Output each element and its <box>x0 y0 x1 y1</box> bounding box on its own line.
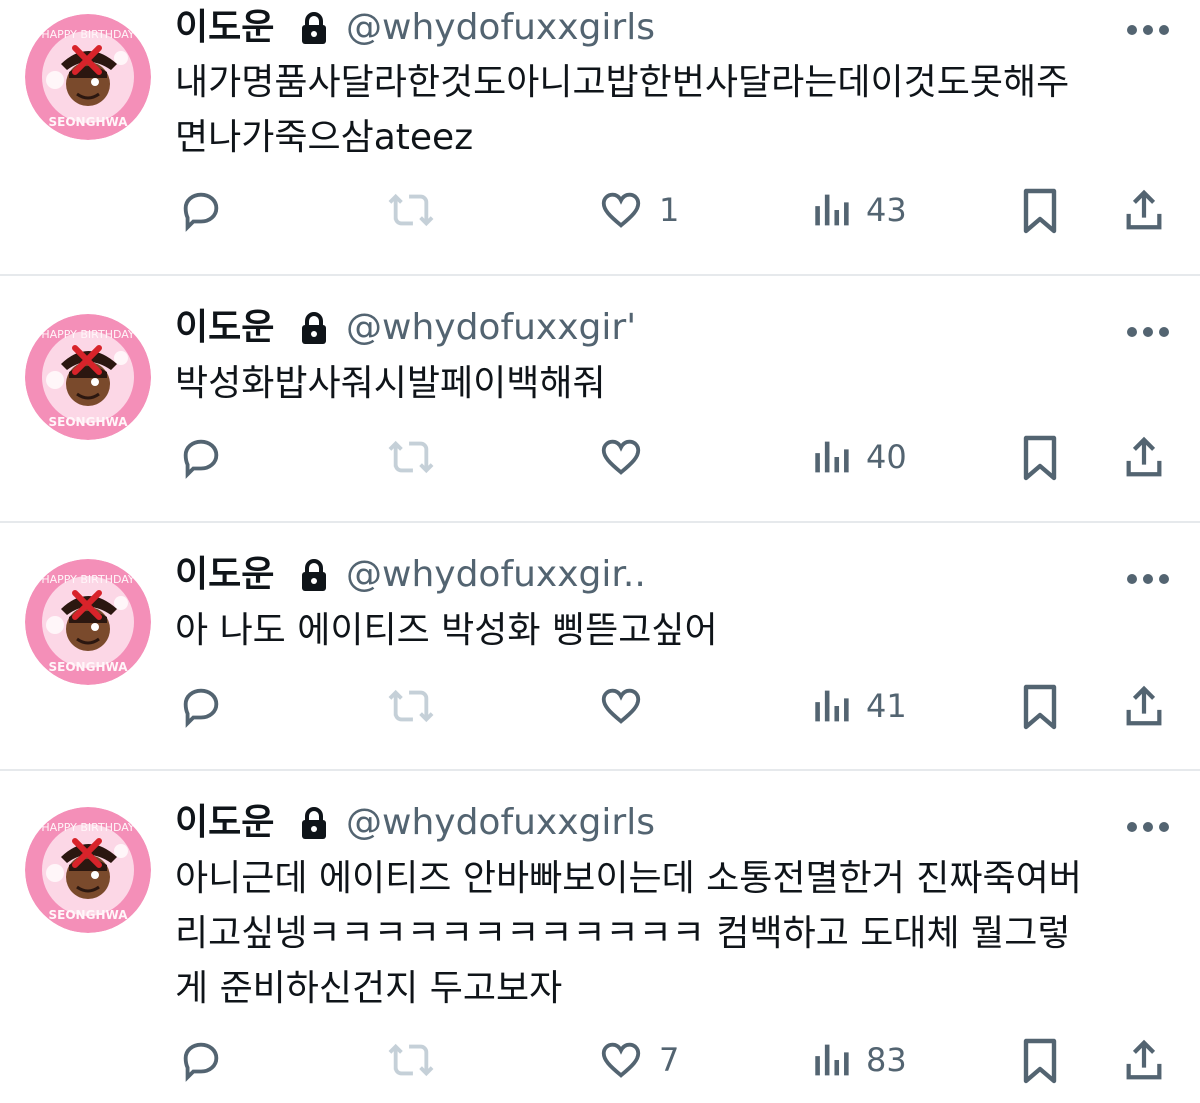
avatar[interactable]: HAPPY BIRTHDAY SEONGHWA <box>25 559 151 685</box>
views-icon <box>815 194 849 226</box>
reply-icon <box>183 192 219 232</box>
username-handle[interactable]: @whydofuxxgir.. <box>346 553 671 597</box>
retweet-button[interactable] <box>386 1037 436 1083</box>
divider <box>0 769 1200 771</box>
retweet-icon <box>388 1043 434 1077</box>
bookmark-button[interactable] <box>1020 1037 1060 1085</box>
share-icon <box>1126 685 1162 726</box>
views-icon <box>815 441 849 473</box>
bookmark-icon <box>1023 684 1057 730</box>
retweet-button[interactable] <box>386 683 436 729</box>
reply-icon <box>183 439 219 479</box>
tweet-text: 내가명품사달라한것도아니고밥한번사달라는데이것도못해주 면나가죽으삼ateez <box>175 62 1070 158</box>
avatar[interactable]: HAPPY BIRTHDAY SEONGHWA <box>25 314 151 440</box>
username-handle[interactable]: @whydofuxxgirls <box>346 801 686 845</box>
lock-icon <box>299 311 329 345</box>
share-icon <box>1126 189 1162 230</box>
reply-button[interactable] <box>178 1037 224 1083</box>
retweet-button[interactable] <box>386 434 436 480</box>
share-button[interactable] <box>1121 1037 1167 1083</box>
more-icon[interactable] <box>1125 571 1171 585</box>
avatar-label-top: HAPPY BIRTHDAY <box>41 328 135 341</box>
reply-icon <box>183 1042 219 1082</box>
heart-icon <box>601 1042 641 1078</box>
display-name[interactable]: 이도운 <box>175 801 274 845</box>
lock-icon <box>299 558 329 592</box>
like-count: 1 <box>659 191 680 229</box>
avatar-label-bottom: SEONGHWA <box>49 660 129 674</box>
avatar-label-bottom: SEONGHWA <box>49 115 129 129</box>
divider <box>0 521 1200 523</box>
share-icon <box>1126 1039 1162 1080</box>
views-button[interactable]: 83 <box>810 1037 907 1083</box>
bookmark-icon <box>1023 435 1057 481</box>
bookmark-button[interactable] <box>1020 683 1060 731</box>
display-name[interactable]: 이도운 <box>175 553 274 597</box>
retweet-button[interactable] <box>386 187 436 233</box>
lock-icon <box>299 11 329 45</box>
more-icon[interactable] <box>1125 324 1171 338</box>
retweet-icon <box>388 193 434 227</box>
share-button[interactable] <box>1121 683 1167 729</box>
heart-icon <box>601 688 641 724</box>
share-button[interactable] <box>1121 434 1167 480</box>
avatar-label-top: HAPPY BIRTHDAY <box>41 821 135 834</box>
views-count: 40 <box>866 438 907 476</box>
lock-icon <box>299 806 329 840</box>
divider <box>0 274 1200 276</box>
avatar-label-bottom: SEONGHWA <box>49 908 129 922</box>
display-name[interactable]: 이도운 <box>175 306 274 350</box>
reply-button[interactable] <box>178 434 224 480</box>
views-count: 83 <box>866 1041 907 1079</box>
views-button[interactable]: 41 <box>810 683 907 729</box>
avatar[interactable]: HAPPY BIRTHDAY SEONGHWA <box>25 807 151 933</box>
like-button[interactable] <box>597 434 659 480</box>
reply-button[interactable] <box>178 683 224 729</box>
username-handle[interactable]: @whydofuxxgirls <box>346 6 686 50</box>
bookmark-button[interactable] <box>1020 434 1060 482</box>
retweet-icon <box>388 689 434 723</box>
like-button[interactable]: 7 <box>597 1037 679 1083</box>
avatar-label-top: HAPPY BIRTHDAY <box>41 573 135 586</box>
tweet-text: 박성화밥사줘시발페이백해줘 <box>175 363 606 404</box>
views-count: 41 <box>866 687 907 725</box>
avatar-label-bottom: SEONGHWA <box>49 415 129 429</box>
bookmark-button[interactable] <box>1020 187 1060 235</box>
views-button[interactable]: 43 <box>810 187 907 233</box>
like-count: 7 <box>659 1041 680 1079</box>
retweet-icon <box>388 440 434 474</box>
tweet-text: 아니근데 에이티즈 안바빠보이는데 소통전멸한거 진짜죽여버 리고싶넹ㅋㅋㅋㅋㅋ… <box>175 858 1082 1009</box>
like-button[interactable] <box>597 683 659 729</box>
heart-icon <box>601 192 641 228</box>
reply-button[interactable] <box>178 187 224 233</box>
views-icon <box>815 1044 849 1076</box>
more-icon[interactable] <box>1125 22 1171 36</box>
tweet-text: 아 나도 에이티즈 박성화 삥뜯고싶어 <box>175 610 718 651</box>
more-icon[interactable] <box>1125 819 1171 833</box>
heart-icon <box>601 439 641 475</box>
reply-icon <box>183 688 219 728</box>
share-button[interactable] <box>1121 187 1167 233</box>
display-name[interactable]: 이도운 <box>175 6 274 50</box>
views-icon <box>815 690 849 722</box>
share-icon <box>1126 436 1162 477</box>
avatar[interactable]: HAPPY BIRTHDAY SEONGHWA <box>25 14 151 140</box>
like-button[interactable]: 1 <box>597 187 679 233</box>
bookmark-icon <box>1023 188 1057 234</box>
views-count: 43 <box>866 191 907 229</box>
username-handle[interactable]: @whydofuxxgir' <box>346 306 651 350</box>
avatar-label-top: HAPPY BIRTHDAY <box>41 28 135 41</box>
views-button[interactable]: 40 <box>810 434 907 480</box>
bookmark-icon <box>1023 1038 1057 1084</box>
